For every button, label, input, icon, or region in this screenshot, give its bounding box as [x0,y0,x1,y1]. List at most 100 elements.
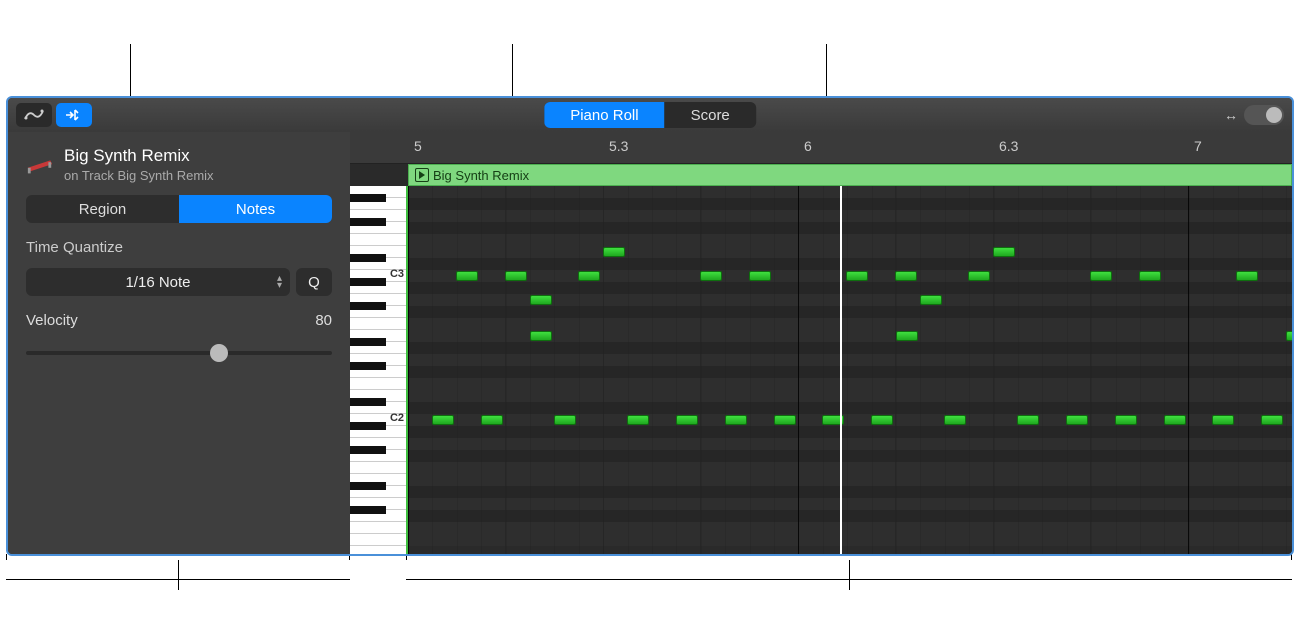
midi-note[interactable] [554,415,576,425]
region-subtitle: on Track Big Synth Remix [64,168,214,183]
midi-note[interactable] [1017,415,1039,425]
midi-note[interactable] [1236,271,1258,281]
grid-beat-line [700,186,701,554]
midi-note[interactable] [1066,415,1088,425]
piano-key[interactable] [350,234,406,246]
piano-key[interactable] [350,534,406,546]
inspector-tab-region[interactable]: Region [26,195,179,223]
midi-note[interactable] [1090,271,1112,281]
midi-note[interactable] [530,331,552,341]
grid-container: C3C2 [350,186,1292,554]
midi-note[interactable] [749,271,771,281]
grid-line [1042,186,1043,554]
midi-note[interactable] [1139,271,1161,281]
piano-key[interactable] [350,378,406,390]
midi-note[interactable] [456,271,478,281]
grid-beat-line [993,186,994,554]
midi-note[interactable] [774,415,796,425]
midi-note[interactable] [1164,415,1186,425]
midi-note[interactable] [700,271,722,281]
region-header-bar[interactable]: Big Synth Remix [408,164,1292,186]
notes-grid[interactable] [408,186,1292,554]
grid-row [408,342,1292,354]
time-quantize-select[interactable]: 1/16 Note ▴▾ [26,268,290,296]
grid-line [652,186,653,554]
stepper-icon: ▴▾ [277,275,282,289]
piano-keyboard[interactable]: C3C2 [350,186,408,554]
piano-key-black[interactable] [350,194,386,202]
midi-note[interactable] [1286,331,1292,341]
midi-note[interactable] [578,271,600,281]
grid-line [1140,186,1141,554]
midi-note[interactable] [920,295,942,305]
grid-line [1262,186,1263,554]
piano-key-black[interactable] [350,446,386,454]
piano-key-black[interactable] [350,338,386,346]
grid-row [408,210,1292,222]
grid-beat-line [1090,186,1091,554]
play-region-icon[interactable] [415,168,429,182]
midi-note[interactable] [993,247,1015,257]
midi-note[interactable] [1115,415,1137,425]
piano-key[interactable] [350,462,406,474]
grid-line [872,186,873,554]
midi-note[interactable] [895,271,917,281]
velocity-slider-thumb[interactable] [210,344,228,362]
midi-note[interactable] [896,331,918,341]
grid-row [408,450,1292,462]
grid-beat-line [603,186,604,554]
midi-note[interactable] [530,295,552,305]
grid-line [896,186,897,554]
midi-note[interactable] [505,271,527,281]
midi-note[interactable] [871,415,893,425]
midi-note[interactable] [725,415,747,425]
piano-key-black[interactable] [350,302,386,310]
playhead[interactable] [840,186,842,554]
grid-row [408,462,1292,474]
piano-key[interactable] [350,522,406,534]
grid-row [408,390,1292,402]
catch-playhead-button[interactable] [56,103,92,127]
midi-note[interactable] [968,271,990,281]
grid-row [408,402,1292,414]
ruler-tick: 7 [1194,138,1202,154]
piano-key-black[interactable] [350,254,386,262]
velocity-slider[interactable] [26,351,332,355]
midi-note[interactable] [1212,415,1234,425]
auto-zoom-toggle[interactable] [1244,105,1284,125]
grid-line [1286,186,1287,554]
midi-note[interactable] [603,247,625,257]
grid-line [823,186,824,554]
midi-note[interactable] [944,415,966,425]
quantize-button[interactable]: Q [296,268,332,296]
grid-line [1091,186,1092,554]
piano-key-black[interactable] [350,218,386,226]
piano-key[interactable] [350,318,406,330]
piano-roll-editor-window: Piano Roll Score ↔ Big Synth Remix on Tr… [6,96,1294,556]
grid-line [1164,186,1165,554]
midi-note[interactable] [1261,415,1283,425]
midi-note[interactable] [481,415,503,425]
midi-note[interactable] [432,415,454,425]
tab-piano-roll[interactable]: Piano Roll [544,102,664,128]
midi-note[interactable] [846,271,868,281]
grid-row [408,318,1292,330]
piano-key-black[interactable] [350,482,386,490]
grid-line [432,186,433,554]
piano-key-black[interactable] [350,398,386,406]
quantize-button-label: Q [308,274,320,291]
midi-note[interactable] [676,415,698,425]
piano-key-black[interactable] [350,506,386,514]
editor-toolbar: Piano Roll Score ↔ [8,98,1292,132]
region-info: Big Synth Remix on Track Big Synth Remix [26,146,332,183]
tab-score[interactable]: Score [665,102,756,128]
piano-key-black[interactable] [350,362,386,370]
timeline-ruler[interactable]: 55.366.37 [350,132,1292,164]
automation-curve-tool-button[interactable] [16,103,52,127]
piano-key-black[interactable] [350,422,386,430]
midi-note[interactable] [627,415,649,425]
piano-key-black[interactable] [350,278,386,286]
horizontal-auto-zoom: ↔ [1224,105,1284,125]
inspector-tab-notes[interactable]: Notes [179,195,332,223]
grid-line [1067,186,1068,554]
